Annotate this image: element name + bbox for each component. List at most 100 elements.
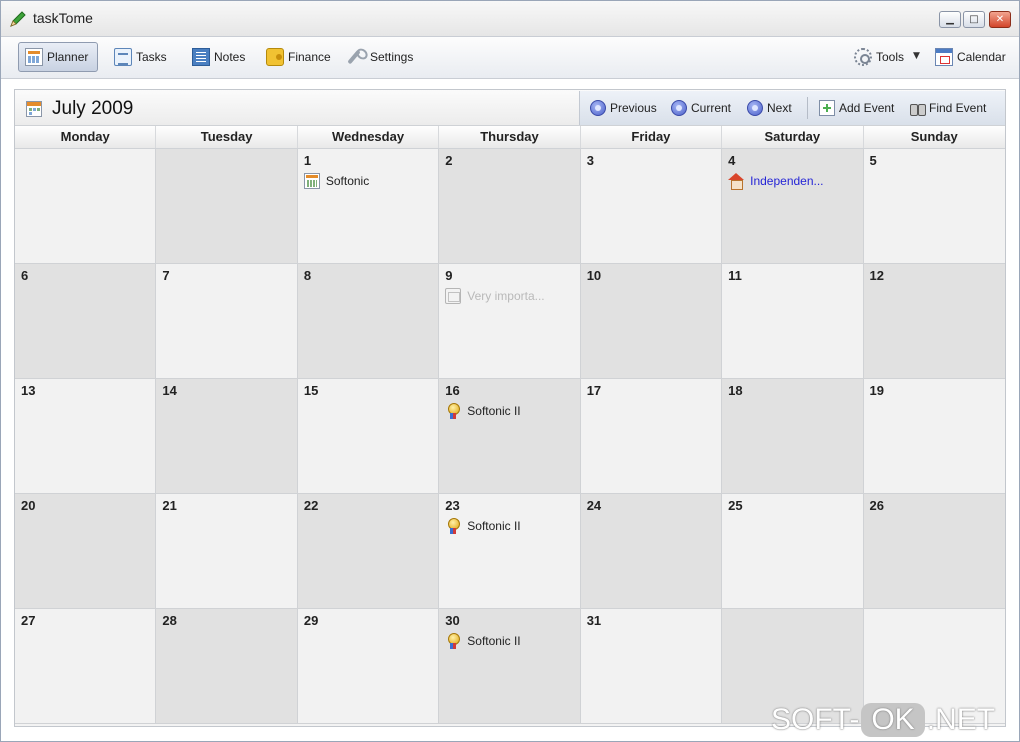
weekday-header: Sunday: [910, 129, 958, 144]
calendar-header: July 2009 Previous Current Next Add Even…: [15, 90, 1005, 126]
day-cell[interactable]: 1 Softonic: [297, 149, 440, 263]
next-button[interactable]: Next: [747, 99, 792, 117]
day-number: 19: [869, 383, 884, 398]
next-label: Next: [767, 101, 792, 115]
planner-label: Planner: [47, 50, 89, 64]
day-cell[interactable]: 19: [863, 379, 1005, 493]
weekday-header: Monday: [15, 126, 157, 148]
calendar-event[interactable]: Very importa...: [445, 287, 545, 305]
day-number: 25: [728, 498, 743, 513]
day-cell[interactable]: 10: [580, 264, 723, 378]
day-cell[interactable]: 7: [156, 264, 298, 378]
tasks-label: Tasks: [136, 50, 167, 64]
house-icon: [728, 173, 745, 190]
day-cell[interactable]: 17: [580, 379, 723, 493]
find-event-button[interactable]: Find Event: [909, 99, 986, 117]
day-number: 5: [869, 153, 877, 168]
day-cell[interactable]: 29: [297, 609, 440, 723]
weekday-header: Tuesday: [156, 126, 298, 148]
tools-button[interactable]: Tools: [847, 42, 911, 72]
day-cell[interactable]: 27: [15, 609, 157, 723]
day-number: 30: [445, 613, 460, 628]
current-label: Current: [691, 101, 732, 115]
tools-dropdown-arrow-icon[interactable]: ▼: [913, 51, 925, 63]
calendar-event[interactable]: Softonic II: [445, 632, 521, 650]
medal-icon: [445, 633, 461, 649]
day-cell[interactable]: 15: [297, 379, 440, 493]
calendar-event[interactable]: Softonic II: [445, 402, 521, 420]
day-number: 8: [303, 268, 312, 283]
day-cell[interactable]: 30 Softonic II: [439, 609, 581, 723]
day-cell[interactable]: 11: [722, 264, 864, 378]
add-event-button[interactable]: Add Event: [819, 99, 894, 117]
finance-button[interactable]: Finance: [259, 42, 338, 72]
day-cell[interactable]: 26: [863, 494, 1005, 608]
day-number: 13: [21, 383, 36, 398]
day-cell[interactable]: 28: [156, 609, 298, 723]
calendar-nav-bar: Previous Current Next Add Event Find Eve…: [579, 91, 1005, 125]
day-number: 22: [303, 498, 319, 513]
current-button[interactable]: Current: [671, 99, 731, 117]
weekday-header-row: Monday Tuesday Wednesday Thursday Friday…: [15, 126, 1005, 149]
day-cell[interactable]: 16 Softonic II: [439, 379, 581, 493]
day-cell[interactable]: 23 Softonic II: [439, 494, 581, 608]
finance-label: Finance: [288, 50, 331, 64]
day-number: 9: [445, 268, 453, 283]
medal-icon: [445, 518, 461, 534]
day-cell[interactable]: 13: [15, 379, 157, 493]
next-icon: [747, 100, 763, 116]
day-cell[interactable]: 20: [15, 494, 157, 608]
day-cell[interactable]: 4 Independen...: [722, 149, 864, 263]
day-number: 24: [586, 498, 602, 513]
planner-icon: [25, 48, 43, 66]
window-title: taskTome: [33, 10, 93, 26]
day-cell[interactable]: 8: [297, 264, 440, 378]
day-cell[interactable]: 12: [863, 264, 1005, 378]
weekday-header: Thursday: [439, 126, 581, 148]
gear-icon: [854, 48, 872, 66]
calendar-button[interactable]: Calendar: [928, 42, 1013, 72]
day-number: 15: [303, 383, 319, 398]
notes-label: Notes: [214, 50, 246, 64]
tasks-button[interactable]: Tasks: [107, 42, 174, 72]
app-window: taskTome ▁ □ ✕ Planner Tasks Notes Finan…: [0, 0, 1020, 742]
day-cell[interactable]: [15, 149, 157, 263]
week-row: 1 Softonic 2 3 4 Independen... 5: [15, 149, 1005, 264]
maximize-button[interactable]: □: [963, 11, 985, 28]
planner-button[interactable]: Planner: [18, 42, 98, 72]
pencil-icon: [10, 11, 26, 27]
day-number: 26: [869, 498, 884, 513]
settings-button[interactable]: Settings: [341, 42, 420, 72]
day-cell[interactable]: 18: [722, 379, 864, 493]
calendar-month-icon: [26, 101, 42, 117]
day-cell[interactable]: 3: [580, 149, 723, 263]
calendar-event[interactable]: Independen...: [728, 172, 824, 190]
day-cell[interactable]: 21: [156, 494, 298, 608]
calendar-view: July 2009 Previous Current Next Add Even…: [14, 89, 1006, 727]
day-cell[interactable]: 25: [722, 494, 864, 608]
day-cell[interactable]: 9 Very importa...: [439, 264, 581, 378]
day-cell[interactable]: 5: [863, 149, 1005, 263]
day-cell[interactable]: 14: [156, 379, 298, 493]
notes-button[interactable]: Notes: [185, 42, 252, 72]
day-cell[interactable]: 22: [297, 494, 440, 608]
title-bar: taskTome ▁ □ ✕: [1, 1, 1019, 37]
day-cell[interactable]: [156, 149, 298, 263]
day-cell[interactable]: 24: [580, 494, 723, 608]
calendar-event[interactable]: Softonic: [303, 172, 369, 190]
month-title: July 2009: [52, 98, 134, 119]
month-grid: Monday Tuesday Wednesday Thursday Friday…: [15, 126, 1005, 724]
day-number: 29: [303, 613, 319, 628]
minimize-button[interactable]: ▁: [939, 11, 961, 28]
weekday-header: Saturday: [722, 126, 864, 148]
day-number: 6: [21, 268, 29, 283]
previous-button[interactable]: Previous: [590, 99, 657, 117]
day-number: 16: [445, 383, 460, 398]
day-number: 11: [728, 268, 742, 283]
day-cell[interactable]: 2: [439, 149, 581, 263]
calendar-event[interactable]: Softonic II: [445, 517, 521, 535]
day-cell[interactable]: 31: [580, 609, 723, 723]
day-cell[interactable]: 6: [15, 264, 157, 378]
folder-icon: [445, 288, 462, 304]
close-button[interactable]: ✕: [989, 11, 1011, 28]
